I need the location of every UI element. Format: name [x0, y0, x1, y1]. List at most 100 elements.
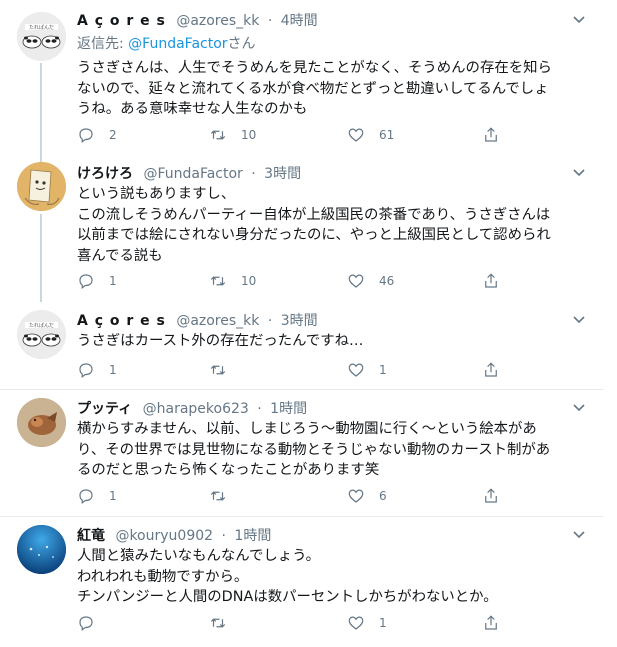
thread-connector	[40, 214, 42, 302]
share-icon	[485, 362, 497, 377]
retweet-icon	[210, 276, 226, 286]
like-button[interactable]: 61	[347, 125, 394, 145]
reply-icon	[79, 489, 93, 504]
like-button[interactable]: 6	[347, 486, 387, 506]
tweet-text-line: 人間と猿みたいなもんなんでしょう。	[77, 548, 321, 564]
chevron-down-icon[interactable]	[572, 165, 586, 183]
tweet-text: という説もありますし、 この流しそうめんパーティー自体が上級国民の茶番であり、う…	[77, 184, 587, 266]
timestamp[interactable]: 3時間	[264, 166, 301, 182]
username[interactable]: @kouryu0902	[115, 528, 213, 544]
like-count: 6	[379, 489, 387, 503]
separator-dot: ·	[221, 528, 226, 544]
retweet-icon	[210, 491, 226, 501]
retweet-button[interactable]	[209, 486, 241, 506]
tweet-3[interactable]: たれぱんだ A ç o r e s @azores_kk · 3時間 うさぎはカ…	[0, 302, 604, 390]
tweet-text-line: うね。ある意味幸せな人生なのかも	[77, 101, 308, 117]
reply-count: 1	[109, 489, 117, 503]
tweet-text-line: 以前までは絵にされない身分だったのに、やっと上級国民として認められ	[77, 227, 551, 243]
retweet-button[interactable]	[209, 360, 241, 380]
svg-text:たれぱんだ: たれぱんだ	[29, 322, 54, 329]
tweet-header: A ç o r e s @azores_kk · 3時間	[77, 312, 318, 330]
separator-dot: ·	[267, 313, 273, 329]
tweet-text-line: この流しそうめんパーティー自体が上級国民の茶番であり、うさぎさんは	[77, 206, 551, 223]
replying-to-label: 返信先:	[77, 36, 124, 52]
share-button[interactable]	[482, 271, 500, 291]
tweet-text: うさぎさんは、人生でそうめんを見たことがなく、そうめんの存在を知ら ないので、延…	[77, 58, 587, 120]
display-name[interactable]: プッティ	[77, 401, 132, 417]
avatar-kouryu[interactable]	[17, 525, 66, 574]
retweet-count: 10	[241, 128, 257, 142]
reply-button[interactable]: 1	[77, 271, 117, 291]
avatar-azores[interactable]: たれぱんだ	[17, 310, 66, 359]
tweet-text-line: 喜んでる説も	[77, 247, 163, 264]
share-button[interactable]	[482, 613, 500, 633]
username[interactable]: @FundaFactor	[143, 166, 242, 182]
display-name[interactable]: 紅竜	[77, 528, 105, 544]
tweet-text-line: うさぎさんは、人生でそうめんを見たことがなく、そうめんの存在を知ら	[77, 60, 552, 76]
tweet-text: うさぎはカースト外の存在だったんですね…	[77, 331, 587, 352]
tweet-text-line: チンパンジーと人間のDNAは数パーセントしかちがわないとか。	[77, 589, 498, 605]
heart-icon	[348, 363, 364, 377]
bird-avatar-image	[17, 398, 66, 447]
retweet-button[interactable]	[209, 613, 241, 633]
underwater-avatar-image	[17, 525, 66, 574]
heart-icon	[348, 128, 364, 142]
share-button[interactable]	[482, 486, 500, 506]
reply-icon	[79, 616, 93, 631]
timestamp[interactable]: 4時間	[281, 13, 318, 29]
tweet-1[interactable]: たれぱんだ A ç o r e s @azores_kk · 4時間 返信先: …	[0, 0, 604, 162]
reply-button[interactable]: 2	[77, 125, 117, 145]
retweet-icon	[210, 130, 226, 140]
frog-avatar-image	[17, 162, 66, 211]
timestamp[interactable]: 3時間	[281, 313, 318, 329]
retweet-button[interactable]: 10	[209, 271, 256, 291]
share-button[interactable]	[482, 125, 500, 145]
share-icon	[485, 488, 497, 503]
reply-button[interactable]: 1	[77, 360, 117, 380]
share-button[interactable]	[482, 360, 500, 380]
timestamp[interactable]: 1時間	[270, 401, 307, 417]
replying-to-mention[interactable]: @FundaFactor	[128, 36, 227, 52]
retweet-icon	[210, 365, 226, 375]
reply-count: 2	[109, 128, 117, 142]
tweet-2[interactable]: けろけろ @FundaFactor · 3時間 という説もありますし、 この流し…	[0, 158, 604, 302]
replying-to-suffix: さん	[227, 36, 256, 52]
like-button[interactable]: 1	[347, 360, 387, 380]
retweet-count: 10	[241, 274, 257, 288]
chevron-down-icon[interactable]	[572, 527, 586, 545]
tweet-text-line: 横からすみません、以前、しまじろう〜動物園に行く〜という絵本があ	[77, 421, 537, 437]
like-count: 46	[379, 274, 395, 288]
avatar-fundafactor[interactable]	[17, 162, 66, 211]
reply-icon	[79, 128, 93, 143]
chevron-down-icon[interactable]	[572, 400, 586, 418]
chevron-down-icon[interactable]	[572, 12, 586, 30]
username[interactable]: @azores_kk	[176, 13, 259, 29]
tweet-actions: 1	[77, 613, 507, 633]
reply-button[interactable]	[77, 613, 109, 633]
separator-dot: ·	[257, 401, 262, 417]
tweet-actions: 1 6	[77, 486, 507, 506]
timestamp[interactable]: 1時間	[234, 528, 271, 544]
display-name[interactable]: A ç o r e s	[77, 313, 166, 329]
display-name[interactable]: けろけろ	[77, 166, 133, 182]
like-button[interactable]: 46	[347, 271, 394, 291]
avatar-harapeko[interactable]	[17, 398, 66, 447]
panda-avatar-image: たれぱんだ	[17, 310, 66, 359]
thread-connector	[40, 63, 42, 162]
separator-dot: ·	[251, 166, 256, 182]
like-button[interactable]: 1	[347, 613, 387, 633]
retweet-button[interactable]: 10	[209, 125, 256, 145]
heart-icon	[348, 274, 364, 288]
reply-button[interactable]: 1	[77, 486, 117, 506]
chevron-down-icon[interactable]	[572, 312, 586, 330]
username[interactable]: @azores_kk	[176, 313, 259, 329]
tweet-4[interactable]: プッティ @harapeko623 · 1時間 横からすみません、以前、しまじろ…	[0, 390, 604, 516]
replying-to: 返信先: @FundaFactorさん	[77, 35, 256, 53]
tweet-actions: 1 1	[77, 360, 507, 380]
avatar-azores[interactable]: たれぱんだ	[17, 12, 66, 61]
display-name[interactable]: A ç o r e s	[77, 13, 166, 29]
tweet-5[interactable]: 紅竜 @kouryu0902 · 1時間 人間と猿みたいなもんなんでしょう。 わ…	[0, 517, 604, 647]
like-count: 61	[379, 128, 395, 142]
username[interactable]: @harapeko623	[143, 401, 249, 417]
share-icon	[485, 273, 497, 288]
